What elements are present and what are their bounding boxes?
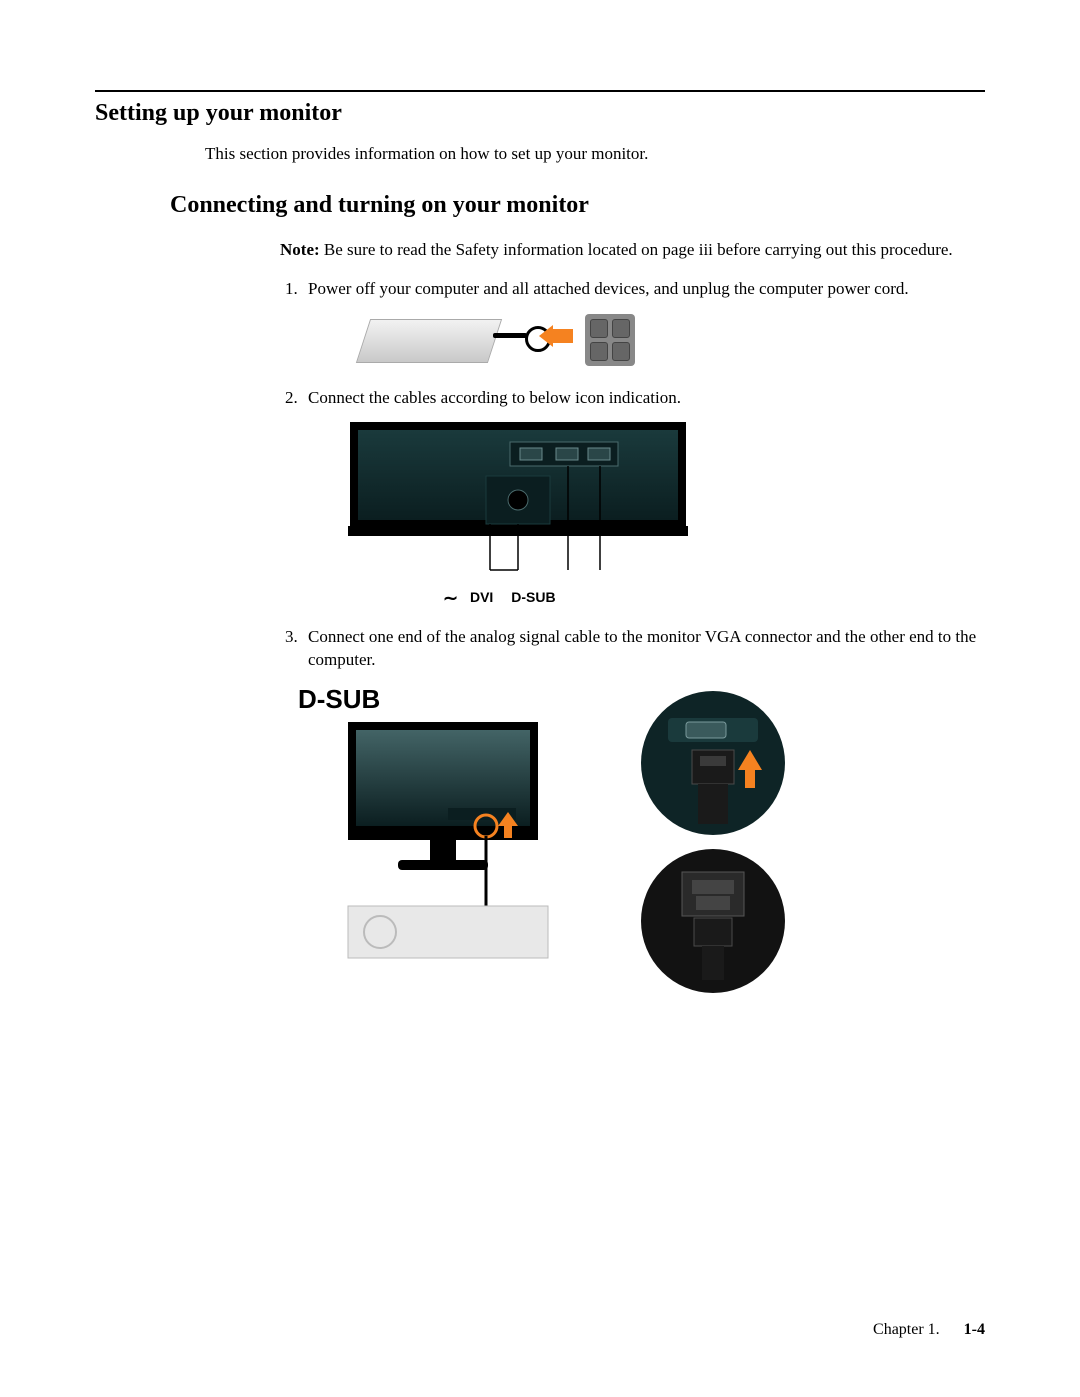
- power-cord-icon: [493, 333, 527, 338]
- monitor-back-icon: [348, 420, 688, 580]
- figure-monitor-back: ∼ DVI D-SUB: [348, 420, 708, 608]
- footer-page-number: 1-4: [964, 1321, 985, 1338]
- step-2: Connect the cables according to below ic…: [302, 387, 985, 608]
- step-2-text: Connect the cables according to below ic…: [308, 388, 681, 407]
- unplug-arrow-icon: [551, 329, 573, 343]
- section-intro: This section provides information on how…: [205, 144, 985, 164]
- subsection-heading: Connecting and turning on your monitor: [170, 192, 985, 219]
- figure-dsub-connection: D-SUB: [298, 682, 818, 982]
- figure-unplug: [363, 311, 638, 369]
- note-label: Note:: [280, 240, 320, 259]
- step-1-text: Power off your computer and all attached…: [308, 279, 909, 298]
- closeup-monitor-port-icon: [638, 688, 788, 838]
- closeup-pc-port-icon: [638, 846, 788, 996]
- wall-outlet-icon: [585, 314, 635, 366]
- step-1: Power off your computer and all attached…: [302, 278, 985, 369]
- body-content: Note: Be sure to read the Safety informa…: [280, 239, 985, 982]
- top-rule: [95, 90, 985, 92]
- note-paragraph: Note: Be sure to read the Safety informa…: [280, 239, 985, 262]
- computer-icon: [356, 319, 502, 363]
- step-3-text: Connect one end of the analog signal cab…: [308, 627, 976, 669]
- note-text: Be sure to read the Safety information l…: [320, 240, 953, 259]
- footer-chapter: Chapter 1.: [873, 1321, 940, 1338]
- dsub-label: D-SUB: [511, 589, 555, 605]
- monitor-front-icon: [338, 716, 578, 976]
- step-3: Connect one end of the analog signal cab…: [302, 626, 985, 982]
- steps-list: Power off your computer and all attached…: [280, 278, 985, 982]
- dsub-figure-title: D-SUB: [298, 682, 380, 717]
- dvi-label: DVI: [470, 589, 493, 605]
- section-heading: Setting up your monitor: [95, 100, 985, 127]
- page-footer: Chapter 1. 1-4: [873, 1321, 985, 1339]
- port-labels: ∼ DVI D-SUB: [443, 584, 708, 608]
- manual-page: Setting up your monitor This section pro…: [0, 0, 1080, 1397]
- ac-label: ∼: [443, 588, 458, 608]
